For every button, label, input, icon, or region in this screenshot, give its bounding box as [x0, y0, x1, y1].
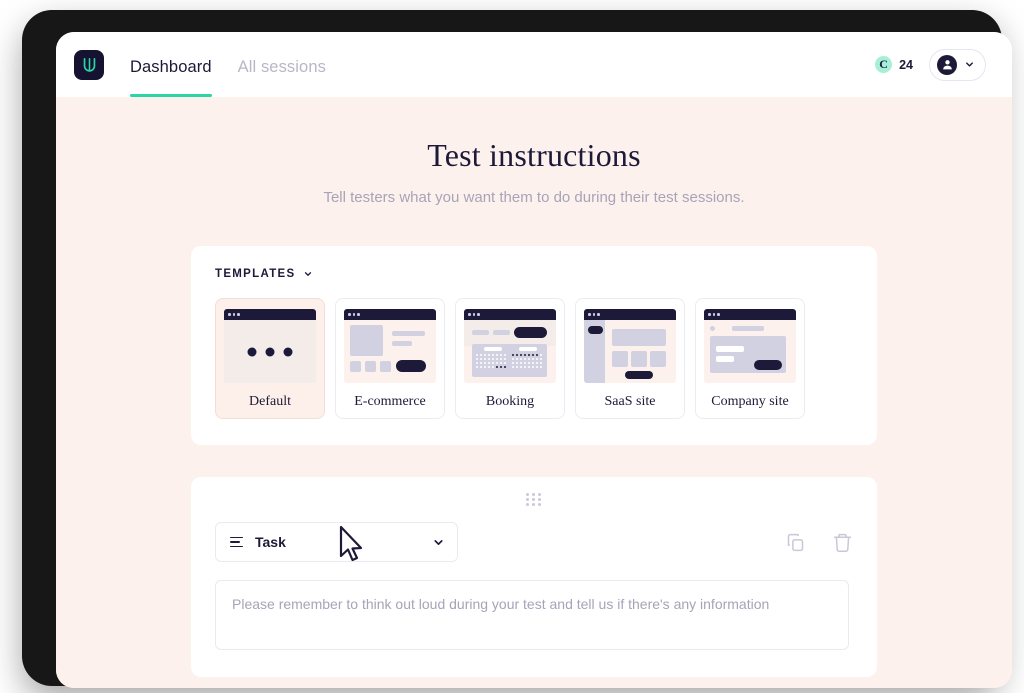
template-name-saas-site: SaaS site: [604, 394, 656, 409]
task-lines-icon: [230, 536, 243, 548]
drag-handle-dots-icon[interactable]: [526, 493, 542, 506]
app-screen: Dashboard All sessions C 24 Test instruc…: [56, 32, 1012, 688]
credit-count-label: 24: [899, 57, 913, 72]
chevron-down-icon: [966, 62, 973, 67]
app-logo[interactable]: [74, 49, 104, 80]
cta-button-shape: [396, 360, 426, 372]
nav-tab-all-sessions[interactable]: All sessions: [238, 58, 326, 97]
task-action-buttons: [785, 532, 853, 553]
template-name-e-commerce: E-commerce: [354, 394, 426, 409]
browser-chrome-bar: [224, 309, 316, 320]
copy-icon[interactable]: [785, 532, 806, 553]
browser-chrome-bar: [464, 309, 556, 320]
template-card-default[interactable]: Default: [215, 298, 325, 419]
task-header-row: Task: [215, 522, 853, 562]
credit-coin-icon: C: [875, 56, 893, 73]
template-thumbnail-default: [224, 309, 316, 383]
template-thumbnail-e-commerce: [344, 309, 436, 383]
templates-section-label: TEMPLATES: [215, 268, 296, 280]
cta-button-shape: [625, 371, 653, 379]
template-list: Default E-commerce Booking SaaS site Com…: [215, 298, 853, 419]
browser-chrome-bar: [584, 309, 676, 320]
template-card-company-site[interactable]: Company site: [695, 298, 805, 419]
uxtweak-u-logo-icon: [83, 57, 95, 72]
task-type-label: Task: [255, 534, 286, 550]
cta-button-shape: [754, 360, 782, 370]
template-name-default: Default: [249, 394, 291, 409]
templates-section-toggle[interactable]: TEMPLATES: [215, 268, 313, 280]
account-menu-button[interactable]: [929, 48, 986, 81]
template-card-booking[interactable]: Booking: [455, 298, 565, 419]
top-navigation-bar: Dashboard All sessions C 24: [56, 32, 1012, 97]
chevron-down-icon: [304, 272, 311, 276]
template-card-saas-site[interactable]: SaaS site: [575, 298, 685, 419]
page-subtitle: Tell testers what you want them to do du…: [323, 189, 745, 206]
template-thumbnail-saas-site: [584, 309, 676, 383]
page-content: Test instructions Tell testers what you …: [56, 97, 1012, 688]
template-thumbnail-company-site: [704, 309, 796, 383]
nav-tab-dashboard[interactable]: Dashboard: [130, 58, 212, 97]
device-frame: Dashboard All sessions C 24 Test instruc…: [22, 10, 1012, 688]
chevron-down-icon: [434, 539, 443, 545]
templates-panel: TEMPLATES Default E-commerce Booking Saa…: [191, 246, 877, 445]
template-name-company-site: Company site: [711, 394, 789, 409]
main-nav: Dashboard All sessions: [130, 32, 326, 97]
page-title: Test instructions: [427, 137, 641, 173]
user-avatar-icon: [937, 54, 957, 75]
task-type-dropdown[interactable]: Task: [215, 522, 458, 562]
browser-chrome-bar: [704, 309, 796, 320]
calendar-dot-grid-right: [512, 354, 542, 368]
nav-tab-dashboard-label: Dashboard: [130, 58, 212, 76]
template-thumbnail-booking: [464, 309, 556, 383]
template-card-e-commerce[interactable]: E-commerce: [335, 298, 445, 419]
nav-tab-all-sessions-label: All sessions: [237, 58, 326, 76]
topbar-right-group: C 24: [875, 48, 986, 81]
template-name-booking: Booking: [485, 394, 535, 409]
task-instructions-input[interactable]: [215, 580, 849, 650]
trash-icon[interactable]: [832, 532, 853, 553]
browser-chrome-bar: [344, 309, 436, 320]
default-dots-icon: [247, 347, 293, 356]
credits-indicator[interactable]: C 24: [875, 56, 913, 73]
calendar-dot-grid: [476, 354, 506, 368]
task-block-panel: Task: [191, 477, 877, 677]
